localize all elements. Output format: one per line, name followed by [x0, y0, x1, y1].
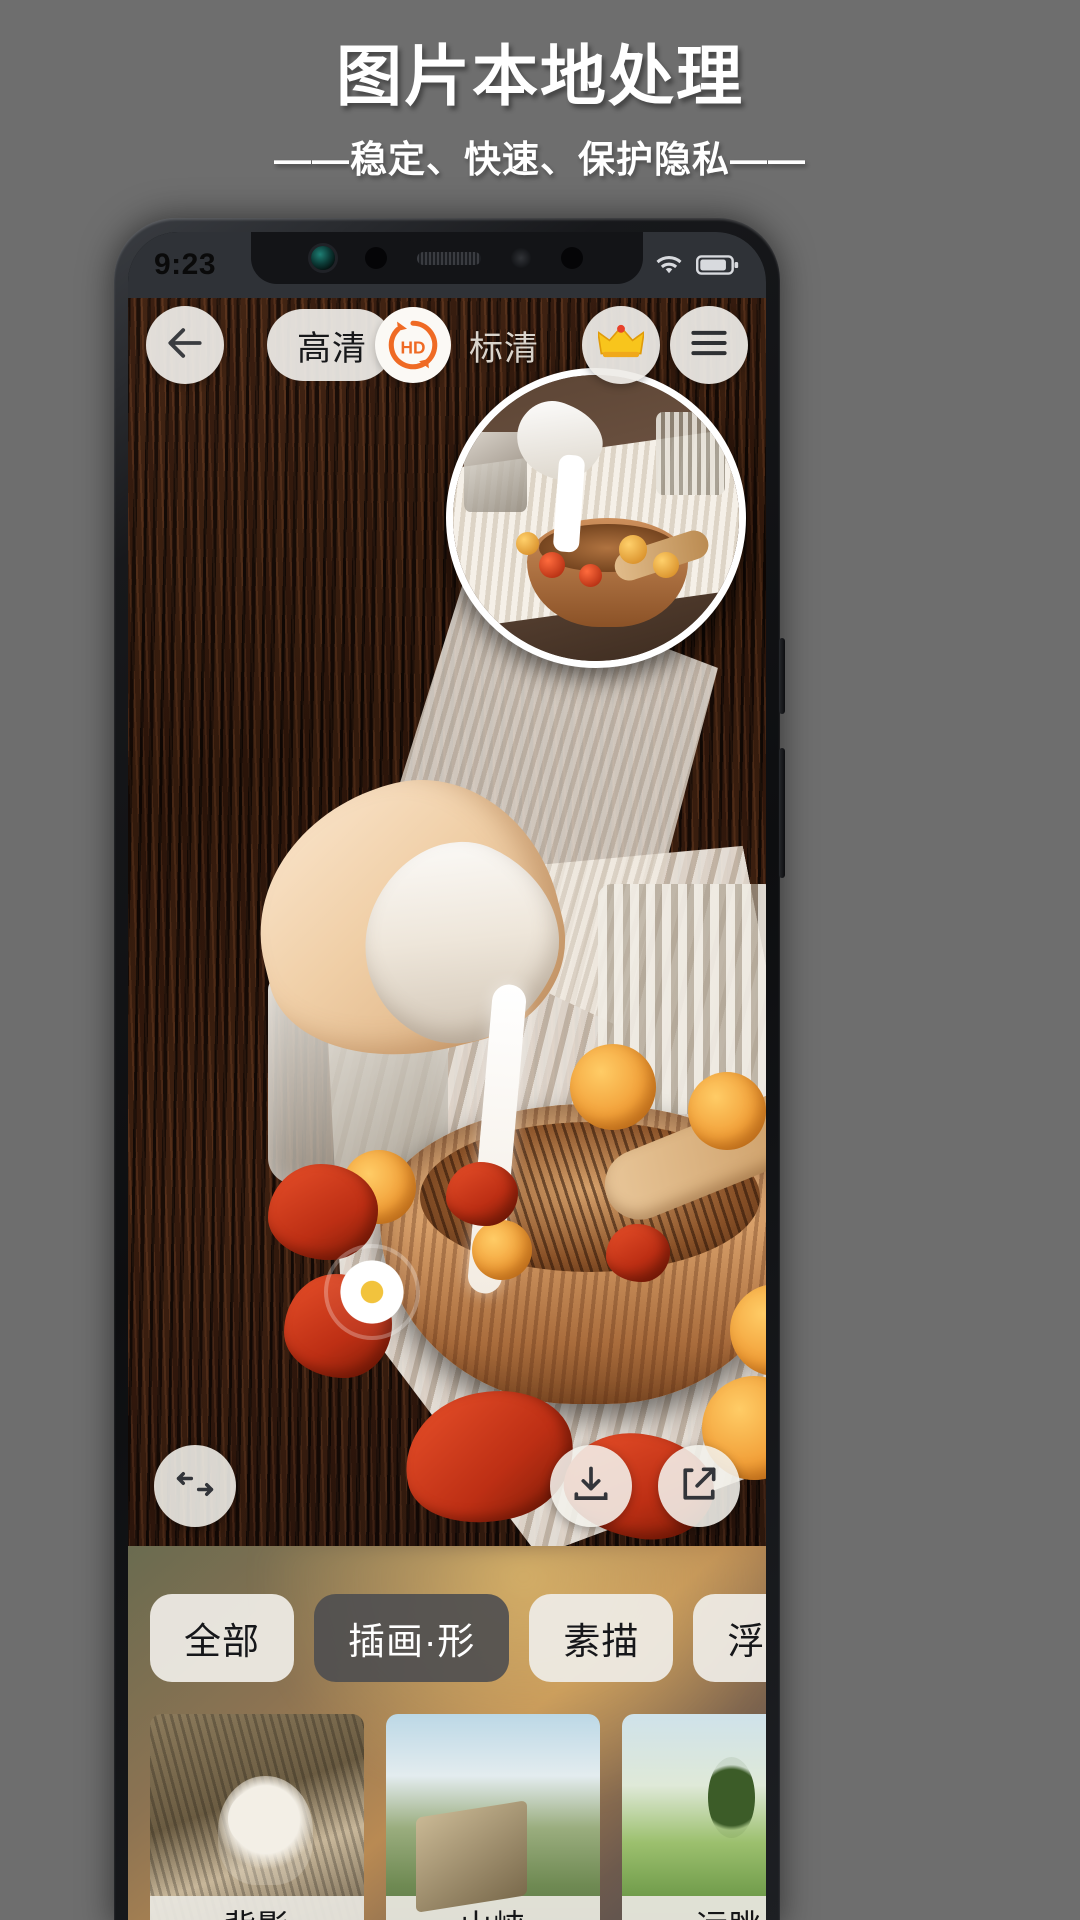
- style-thumbnail[interactable]: 山峡: [386, 1714, 600, 1920]
- filter-chip-label: 素描: [563, 1621, 640, 1662]
- photo-apricot: [570, 1044, 656, 1130]
- preview-berry: [578, 563, 602, 587]
- page-title: 图片本地处理: [336, 39, 744, 113]
- proximity-sensor-icon: [511, 248, 531, 268]
- compare-icon: [173, 1462, 217, 1511]
- filter-chip-illustration[interactable]: 插画·形: [314, 1594, 510, 1682]
- crown-icon: [596, 322, 646, 369]
- hd-badge-icon[interactable]: HD: [375, 307, 451, 383]
- ambient-sensor-icon: [561, 247, 583, 269]
- preview-berry: [538, 552, 565, 579]
- style-thumbnail-label: 背影: [150, 1896, 364, 1920]
- download-icon: [569, 1462, 613, 1511]
- photo-strawberry: [446, 1162, 518, 1226]
- status-time: 9:23: [154, 248, 217, 281]
- sd-quality-option[interactable]: 标清: [469, 321, 539, 370]
- preview-apricot: [618, 535, 648, 564]
- share-button[interactable]: [658, 1445, 740, 1527]
- page-subtitle: ——稳定、快速、保护隐私——: [274, 139, 806, 181]
- status-icons: [654, 253, 740, 277]
- preview-apricot: [653, 552, 679, 579]
- device-notch: [251, 232, 643, 284]
- filter-chip-ukiyoe[interactable]: 浮世绘: [693, 1594, 766, 1682]
- filter-chip-label: 全部: [184, 1621, 260, 1662]
- app-toolbar: 高清 HD 标清: [128, 302, 766, 388]
- hd-label: 高清: [297, 329, 367, 368]
- style-thumbnail[interactable]: 背影: [150, 1714, 364, 1920]
- promo-header: 图片本地处理 ——稳定、快速、保护隐私——: [0, 0, 1080, 215]
- style-thumbnail-label: 远眺: [622, 1896, 766, 1920]
- sd-label: 标清: [469, 329, 539, 368]
- share-icon: [677, 1462, 721, 1511]
- style-thumbnail-label: 山峡: [386, 1896, 600, 1920]
- menu-button[interactable]: [670, 306, 748, 384]
- svg-text:HD: HD: [401, 337, 426, 357]
- selected-check-icon: [228, 1789, 286, 1848]
- style-thumbnail[interactable]: 远眺: [622, 1714, 766, 1920]
- style-thumbnail-row[interactable]: 背影 山峡 远眺: [128, 1714, 766, 1920]
- filter-chip-sketch[interactable]: 素描: [529, 1594, 674, 1682]
- filter-chip-label: 插画·形: [348, 1621, 476, 1662]
- back-arrow-icon: [163, 321, 207, 370]
- wifi-icon: [654, 253, 684, 277]
- back-button[interactable]: [146, 306, 224, 384]
- photo-action-row: [128, 1444, 766, 1528]
- stylized-photo-canvas[interactable]: 高清 HD 标清: [128, 284, 766, 1546]
- photo-apricot: [688, 1072, 766, 1150]
- filter-chip-all[interactable]: 全部: [150, 1594, 294, 1682]
- preview-apricot: [515, 532, 539, 556]
- preview-jar-right: [656, 412, 725, 496]
- earpiece-speaker-icon: [417, 251, 481, 265]
- front-camera-icon: [311, 246, 335, 270]
- phone-mockup: 9:23 高清 HD 标清 全部 插画·形 素描 浮: [114, 218, 785, 1920]
- volume-button[interactable]: [779, 748, 785, 878]
- style-panel: 全部 插画·形 素描 浮世绘 版画 水: [128, 1546, 766, 1920]
- battery-icon: [696, 254, 740, 276]
- hamburger-menu-icon: [687, 321, 731, 370]
- photo-daisy-flower: [324, 1244, 420, 1340]
- photo-strawberry: [606, 1224, 670, 1282]
- vip-button[interactable]: [582, 306, 660, 384]
- quality-toggle-group[interactable]: 高清 HD 标清: [234, 306, 572, 384]
- original-photo-preview[interactable]: [446, 368, 746, 668]
- sensor-dot-icon: [365, 247, 387, 269]
- photo-apricot: [472, 1220, 532, 1280]
- compare-button[interactable]: [154, 1445, 236, 1527]
- power-button[interactable]: [779, 638, 785, 714]
- app-screen: 高清 HD 标清 全部 插画·形 素描 浮: [128, 284, 766, 1920]
- download-button[interactable]: [550, 1445, 632, 1527]
- filter-chip-label: 浮世绘: [727, 1621, 766, 1662]
- filter-chip-row[interactable]: 全部 插画·形 素描 浮世绘 版画 水: [128, 1590, 766, 1686]
- phone-screen: 9:23 高清 HD 标清 全部 插画·形 素描 浮: [128, 232, 766, 1920]
